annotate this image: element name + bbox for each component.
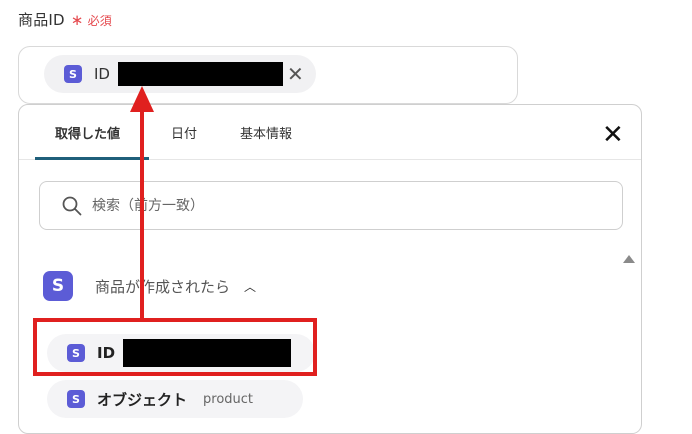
search-input[interactable] <box>90 196 570 215</box>
field-label: 商品ID ∗ 必須 <box>18 9 112 30</box>
redacted-value <box>117 62 283 86</box>
search-box[interactable] <box>39 181 623 230</box>
search-icon <box>62 196 82 215</box>
scroll-up-icon[interactable] <box>623 255 635 263</box>
tab-date[interactable]: 日付 <box>171 123 197 142</box>
redacted-value <box>123 339 292 367</box>
tab-basic-info[interactable]: 基本情報 <box>240 123 292 142</box>
chevron-up-icon[interactable]: ︿ <box>244 278 256 295</box>
chip-label: ID <box>94 65 110 83</box>
item-value: product <box>203 391 254 407</box>
required-star: ∗ <box>70 11 84 29</box>
item-label: ID <box>97 344 116 362</box>
required-text: 必須 <box>87 14 112 28</box>
tab-retrieved-values[interactable]: 取得した値 <box>55 123 120 142</box>
item-label: オブジェクト <box>97 390 188 409</box>
selected-value-chip[interactable]: S ID ✕ <box>44 55 316 93</box>
s-app-icon: S <box>67 390 85 408</box>
s-app-icon: S <box>64 65 82 83</box>
s-app-icon: S <box>43 271 73 301</box>
close-icon[interactable]: ✕ <box>602 122 624 148</box>
section-title: 商品が作成されたら <box>95 277 231 296</box>
s-app-icon: S <box>67 344 85 362</box>
active-tab-underline <box>35 157 149 160</box>
close-icon[interactable]: ✕ <box>287 64 304 84</box>
value-picker-panel: 取得した値 日付 基本情報 ✕ S 商品が作成されたら ︿ S ID S オブジ… <box>18 104 642 434</box>
list-item-id[interactable]: S ID <box>47 334 315 372</box>
tab-bar: 取得した値 日付 基本情報 <box>19 105 641 160</box>
list-item-object[interactable]: S オブジェクト product <box>47 380 303 418</box>
trigger-section-header[interactable]: S 商品が作成されたら ︿ <box>43 271 256 301</box>
field-label-text: 商品ID <box>18 11 65 29</box>
scrollbar[interactable] <box>619 269 639 433</box>
